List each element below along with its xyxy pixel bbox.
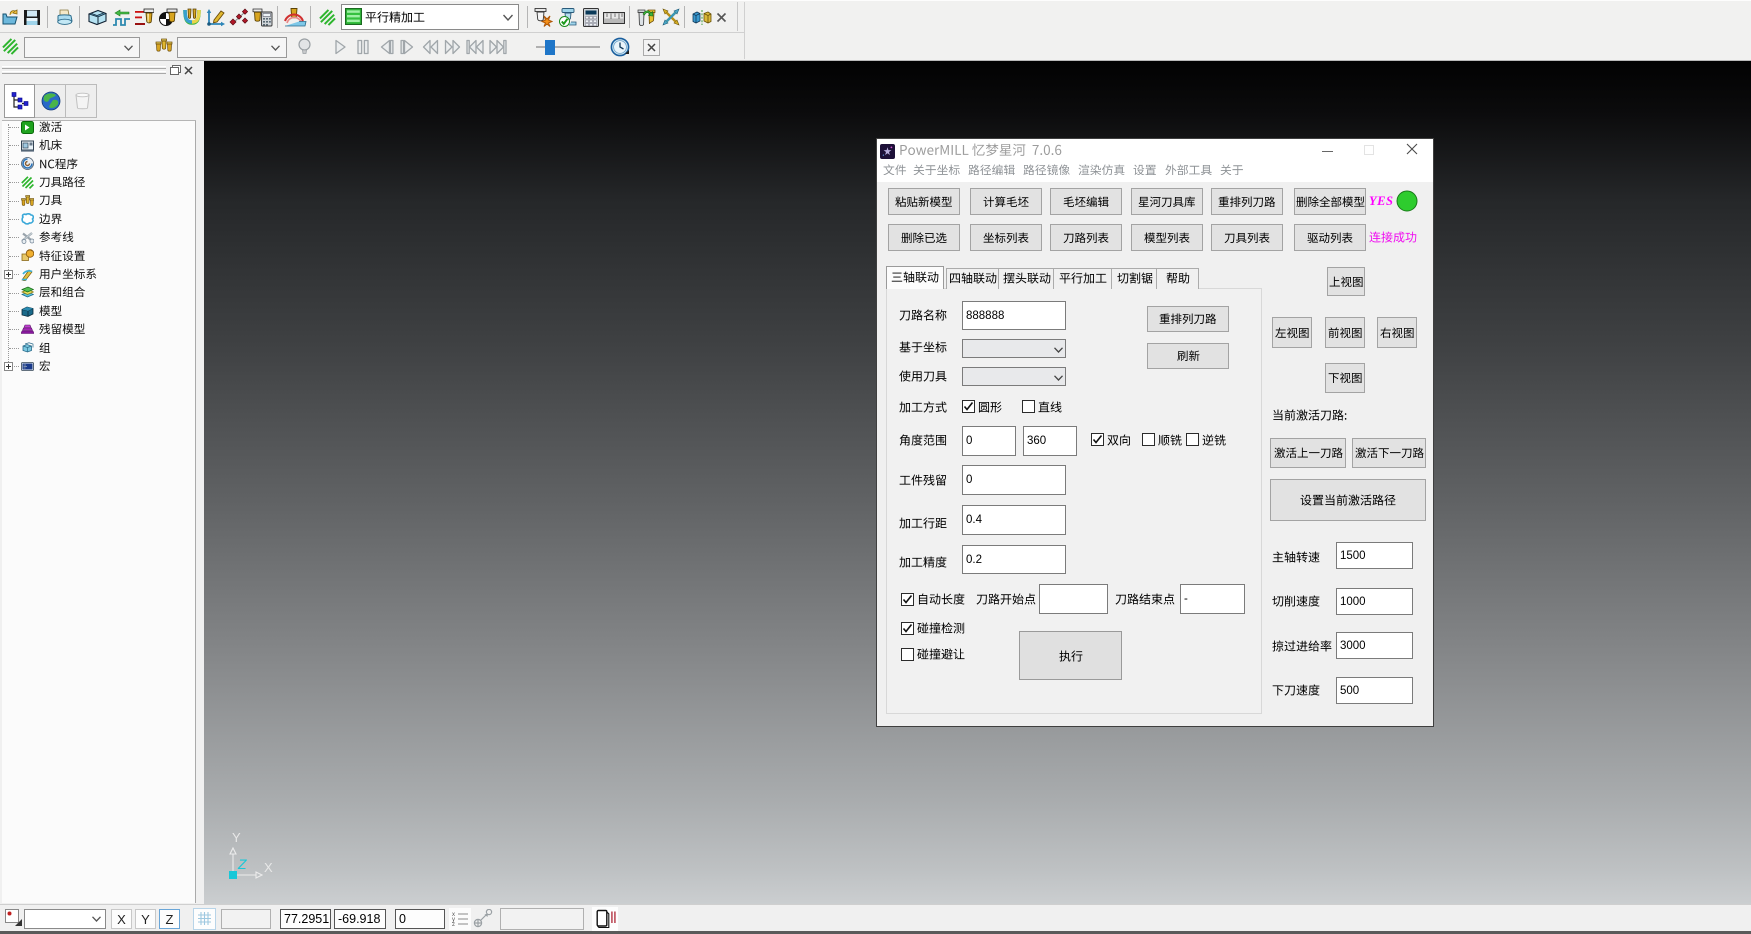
svg-text:z: z: [452, 922, 455, 927]
svg-text:Z: Z: [237, 856, 247, 872]
svg-text:Y: Y: [232, 830, 241, 845]
svg-text:X: X: [264, 860, 273, 875]
